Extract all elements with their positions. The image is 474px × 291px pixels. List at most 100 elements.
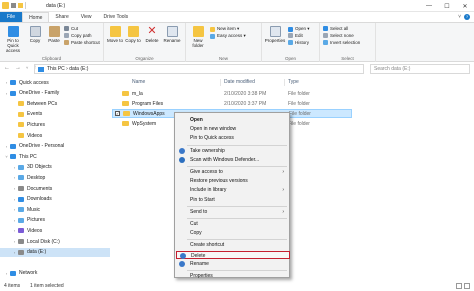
expand-chevron-icon[interactable]: › <box>4 271 9 276</box>
nav-item[interactable]: › Documents <box>0 184 110 193</box>
nav-item[interactable]: › OneDrive - Family <box>0 89 110 98</box>
menu-item-label: Properties <box>190 273 213 279</box>
minimize-button[interactable]: — <box>420 0 438 12</box>
copy-path-button[interactable]: Copy path <box>64 33 92 38</box>
history-button[interactable]: History <box>288 40 309 45</box>
menu-item-cut[interactable]: Cut <box>176 220 288 228</box>
menu-item-properties[interactable]: Properties <box>176 272 288 280</box>
tab-share[interactable]: Share <box>49 12 74 22</box>
nav-item[interactable]: › Desktop <box>0 173 110 182</box>
expand-chevron-icon[interactable]: › <box>4 80 9 85</box>
expand-chevron-icon[interactable]: › <box>12 250 17 255</box>
tab-drive-tools[interactable]: Drive Tools <box>98 12 135 22</box>
file-type: File folder <box>289 110 311 117</box>
menu-item-include-in-library[interactable]: Include in library › <box>176 186 288 194</box>
select-none-button[interactable]: Select none <box>323 33 354 38</box>
recent-locations-icon[interactable]: ˅ <box>26 65 28 71</box>
nav-item[interactable]: Videos <box>0 131 110 140</box>
nav-item[interactable]: › Local Disk (C:) <box>0 237 110 246</box>
delete-button[interactable]: ✕ Delete <box>144 26 160 44</box>
move-to-button[interactable]: Move to <box>107 26 123 43</box>
invert-selection-button[interactable]: Invert selection <box>323 40 360 45</box>
nav-item[interactable]: › Music <box>0 205 110 214</box>
rename-button[interactable]: Rename <box>163 26 181 43</box>
nav-item[interactable]: Pictures <box>0 120 110 129</box>
menu-item-pin-to-start[interactable]: Pin to Start <box>176 196 288 204</box>
nav-item[interactable]: › Quick access <box>0 78 110 87</box>
address-path: This PC › data (E:) <box>47 66 89 72</box>
expand-chevron-icon[interactable]: › <box>12 218 17 223</box>
menu-item-delete[interactable]: Delete <box>176 250 290 259</box>
copy-to-button[interactable]: Copy to <box>125 26 141 43</box>
expand-ribbon-icon[interactable]: ˅ <box>458 14 461 20</box>
nav-item[interactable]: ˅ This PC <box>0 152 110 161</box>
menu-item-restore-previous-versions[interactable]: Restore previous versions <box>176 177 288 185</box>
paste-shortcut-button[interactable]: Paste shortcut <box>64 40 100 45</box>
back-icon[interactable]: ← <box>4 65 10 71</box>
new-folder-button[interactable]: New folder <box>189 26 207 48</box>
menu-item-open[interactable]: Open <box>176 116 288 124</box>
expand-chevron-icon[interactable]: › <box>4 91 9 96</box>
address-bar[interactable]: This PC › data (E:) <box>34 64 364 74</box>
ribbon-tabs: File Home Share View Drive Tools ˅ ? <box>0 12 474 22</box>
nav-item[interactable]: › Pictures <box>0 216 110 225</box>
properties-icon[interactable] <box>11 3 16 8</box>
edit-button[interactable]: Edit <box>288 33 303 38</box>
menu-item-take-ownership[interactable]: Take ownership <box>176 147 288 155</box>
menu-item-rename[interactable]: Rename <box>176 260 288 268</box>
expand-chevron-icon[interactable]: › <box>12 186 17 191</box>
select-all-button[interactable]: Select all <box>323 26 348 31</box>
menu-item-send-to[interactable]: Send to › <box>176 208 288 216</box>
easy-access-button[interactable]: Easy access ▾ <box>210 33 246 39</box>
menu-item-copy[interactable]: Copy <box>176 229 288 237</box>
nav-item[interactable]: › Downloads <box>0 195 110 204</box>
new-item-label: New item ▾ <box>217 26 240 31</box>
expand-chevron-icon[interactable]: › <box>12 197 17 202</box>
nav-item[interactable]: › Videos <box>0 226 110 235</box>
menu-item-pin-to-quick-access[interactable]: Pin to Quick access <box>176 134 288 142</box>
nav-item[interactable]: › 3D Objects <box>0 163 110 172</box>
search-input[interactable]: Search data (E:) <box>370 64 470 74</box>
menu-item-open-in-new-window[interactable]: Open in new window <box>176 125 288 133</box>
nav-item[interactable]: Events <box>0 110 110 119</box>
new-folder-icon[interactable] <box>18 3 23 8</box>
expand-chevron-icon[interactable]: › <box>12 165 17 170</box>
expand-chevron-icon[interactable]: › <box>4 144 9 149</box>
column-date-modified[interactable]: Date modified <box>224 78 255 87</box>
expand-chevron-icon[interactable]: › <box>12 207 17 212</box>
help-icon[interactable]: ? <box>464 14 470 20</box>
row-checkbox[interactable]: ✓ <box>115 111 120 116</box>
cut-button[interactable]: Cut <box>64 26 78 31</box>
copy-button[interactable]: Copy <box>28 26 42 43</box>
tab-file[interactable]: File <box>0 12 23 22</box>
large-icons-view-icon[interactable] <box>464 283 470 289</box>
nav-item[interactable]: › data (E:) <box>0 247 110 257</box>
nav-item[interactable]: › Network <box>0 269 110 278</box>
tab-home[interactable]: Home <box>22 12 50 22</box>
forward-icon[interactable]: → <box>15 65 21 71</box>
expand-chevron-icon[interactable]: › <box>12 175 17 180</box>
expand-chevron-icon[interactable]: › <box>12 239 17 244</box>
menu-item-create-shortcut[interactable]: Create shortcut <box>176 241 288 249</box>
open-button[interactable]: Open ▾ <box>288 26 310 32</box>
tab-view[interactable]: View <box>75 12 98 22</box>
menu-item-scan-with-windows-defender[interactable]: Scan with Windows Defender... <box>176 156 288 164</box>
expand-chevron-icon[interactable]: › <box>12 228 17 233</box>
nav-item[interactable]: › OneDrive - Personal <box>0 142 110 151</box>
paste-button[interactable]: Paste <box>46 26 62 43</box>
pin-quick-access-button[interactable]: Pin to Quick access <box>2 26 24 53</box>
file-row[interactable]: m_la 2/10/2020 3:38 PM File folder <box>112 89 352 98</box>
properties-button[interactable]: Properties <box>264 26 286 43</box>
menu-item-give-access-to[interactable]: Give access to › <box>176 168 288 176</box>
column-name[interactable]: Name <box>132 78 145 87</box>
file-row[interactable]: Program Files 2/10/2020 3:37 PM File folde… <box>112 99 352 108</box>
column-type[interactable]: Type <box>288 78 299 87</box>
maximize-button[interactable]: ☐ <box>438 0 456 12</box>
details-view-icon[interactable] <box>456 283 462 289</box>
nav-item[interactable]: Between PCs <box>0 99 110 108</box>
new-item-button[interactable]: New item ▾ <box>210 26 239 32</box>
expand-chevron-icon[interactable]: ˅ <box>4 154 9 159</box>
shield-icon <box>180 252 186 259</box>
history-label: History <box>295 40 310 45</box>
close-button[interactable]: ✕ <box>456 0 474 12</box>
